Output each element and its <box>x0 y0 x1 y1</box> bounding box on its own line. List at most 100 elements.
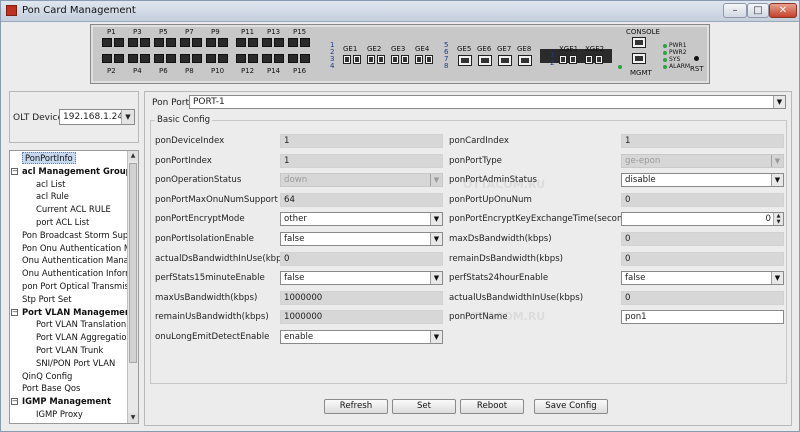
tree-item[interactable]: Stp Port Set <box>22 293 72 306</box>
pon-port[interactable] <box>218 38 228 47</box>
pon-port[interactable] <box>288 38 298 47</box>
pon-port[interactable] <box>166 38 176 47</box>
pon-port[interactable] <box>102 54 112 63</box>
xge-port[interactable] <box>585 55 593 64</box>
olt-device-select[interactable]: 192.168.1.240 ▼ <box>59 109 135 125</box>
config-field[interactable]: enable ▼ <box>280 330 443 344</box>
pon-port[interactable] <box>140 38 150 47</box>
tree-item[interactable]: port ACL List <box>36 216 89 229</box>
xge-port[interactable] <box>569 55 577 64</box>
xge-port[interactable] <box>595 55 603 64</box>
pon-port[interactable] <box>288 54 298 63</box>
pon-port[interactable] <box>248 54 258 63</box>
scroll-down-icon[interactable]: ▼ <box>128 413 138 423</box>
tree-item[interactable]: Port VLAN Trunk <box>36 344 103 357</box>
tree-item[interactable]: Pon Onu Authentication Mod <box>22 242 138 255</box>
tree-item[interactable]: acl Rule <box>36 190 69 203</box>
pon-port[interactable] <box>154 38 164 47</box>
pon-port[interactable] <box>206 38 216 47</box>
tree-item[interactable]: Port Base Qos <box>22 382 80 395</box>
collapse-toggle-icon[interactable]: − <box>11 398 18 406</box>
pon-port[interactable] <box>206 54 216 63</box>
pon-port[interactable] <box>114 54 124 63</box>
pon-port[interactable] <box>236 54 246 63</box>
pon-port[interactable] <box>262 38 272 47</box>
chevron-down-icon[interactable]: ▼ <box>430 233 442 245</box>
config-field[interactable]: 0 ▲ ▼ <box>621 212 784 227</box>
collapse-toggle-icon[interactable]: − <box>11 167 18 175</box>
chevron-down-icon[interactable]: ▼ <box>430 331 442 343</box>
chevron-down-icon[interactable]: ▼ <box>773 96 785 108</box>
tree-item[interactable]: acl Management Group <box>22 165 132 178</box>
pon-port[interactable] <box>192 38 202 47</box>
pon-port[interactable] <box>154 54 164 63</box>
chevron-down-icon[interactable]: ▼ <box>430 213 442 226</box>
tree-item[interactable]: SNI/PON Port VLAN <box>36 357 115 370</box>
pon-port[interactable] <box>192 54 202 63</box>
minimize-button[interactable]: – <box>723 3 747 18</box>
spinner-arrows-icon[interactable]: ▲ ▼ <box>773 213 783 226</box>
tree-item[interactable]: Current ACL RULE <box>36 203 111 216</box>
chevron-down-icon[interactable]: ▼ <box>771 272 783 285</box>
set-button[interactable]: Set <box>392 399 456 414</box>
tree-item[interactable]: Onu Authentication Manage <box>22 254 138 267</box>
pon-port-select[interactable]: PORT-1 ▼ <box>189 95 786 109</box>
config-field[interactable]: ge-epon ▼ <box>621 153 784 168</box>
config-field[interactable]: other ▼ <box>280 212 443 227</box>
config-field[interactable]: false ▼ <box>280 232 443 246</box>
xge-port[interactable] <box>559 55 567 64</box>
ge-sfp-port[interactable] <box>391 55 399 64</box>
pon-port[interactable] <box>128 38 138 47</box>
pon-port[interactable] <box>180 54 190 63</box>
pon-port[interactable] <box>236 38 246 47</box>
ge-rj45-port[interactable] <box>478 55 492 66</box>
pon-port[interactable] <box>300 54 310 63</box>
config-field[interactable]: down ▼ <box>280 173 443 188</box>
tree-item[interactable]: acl List <box>36 178 65 191</box>
tree-item[interactable]: Port VLAN Translation <box>36 318 126 331</box>
pon-port[interactable] <box>262 54 272 63</box>
ge-sfp-port[interactable] <box>367 55 375 64</box>
pon-port[interactable] <box>140 54 150 63</box>
config-field[interactable]: disable ▼ <box>621 173 784 188</box>
tree-scrollbar[interactable]: ▲ ▼ <box>127 151 138 423</box>
ge-sfp-port[interactable] <box>343 55 351 64</box>
tree-item[interactable]: QinQ Config <box>22 370 72 383</box>
config-field[interactable]: pon1 <box>621 310 784 325</box>
pon-port[interactable] <box>300 38 310 47</box>
close-button[interactable]: ✕ <box>769 3 797 18</box>
pon-port[interactable] <box>274 38 284 47</box>
chevron-down-icon[interactable]: ▼ <box>430 272 442 285</box>
chevron-down-icon[interactable]: ▼ <box>771 174 783 187</box>
mgmt-port[interactable] <box>632 53 646 64</box>
refresh-button[interactable]: Refresh <box>324 399 388 414</box>
reboot-button[interactable]: Reboot <box>460 399 524 414</box>
maximize-button[interactable]: □ <box>747 3 769 18</box>
scroll-up-icon[interactable]: ▲ <box>128 151 138 161</box>
config-field[interactable]: false ▼ <box>280 271 443 286</box>
ge-sfp-port[interactable] <box>353 55 361 64</box>
reset-button[interactable] <box>694 56 699 61</box>
tree-item[interactable]: pon Port Optical Transmiss <box>22 280 133 293</box>
ge-rj45-port[interactable] <box>518 55 532 66</box>
pon-port[interactable] <box>218 54 228 63</box>
pon-port[interactable] <box>274 54 284 63</box>
collapse-toggle-icon[interactable]: − <box>11 308 18 316</box>
pon-port[interactable] <box>128 54 138 63</box>
console-port[interactable] <box>632 37 646 48</box>
pon-port[interactable] <box>180 38 190 47</box>
pon-port[interactable] <box>166 54 176 63</box>
scrollbar-thumb[interactable] <box>129 163 137 363</box>
tree-item[interactable]: PonPortInfo <box>22 152 76 165</box>
ge-rj45-port[interactable] <box>458 55 472 66</box>
chevron-down-icon[interactable]: ▼ <box>121 110 134 124</box>
tree-item[interactable]: Port VLAN Aggregation <box>36 331 132 344</box>
ge-rj45-port[interactable] <box>498 55 512 66</box>
pon-port[interactable] <box>248 38 258 47</box>
tree-item[interactable]: Port VLAN Management <box>22 306 135 319</box>
ge-sfp-port[interactable] <box>415 55 423 64</box>
pon-port[interactable] <box>114 38 124 47</box>
config-field[interactable]: false ▼ <box>621 271 784 286</box>
tree-item[interactable]: IGMP Management <box>22 395 111 408</box>
tree-item[interactable]: IGMP Proxy <box>36 408 83 421</box>
